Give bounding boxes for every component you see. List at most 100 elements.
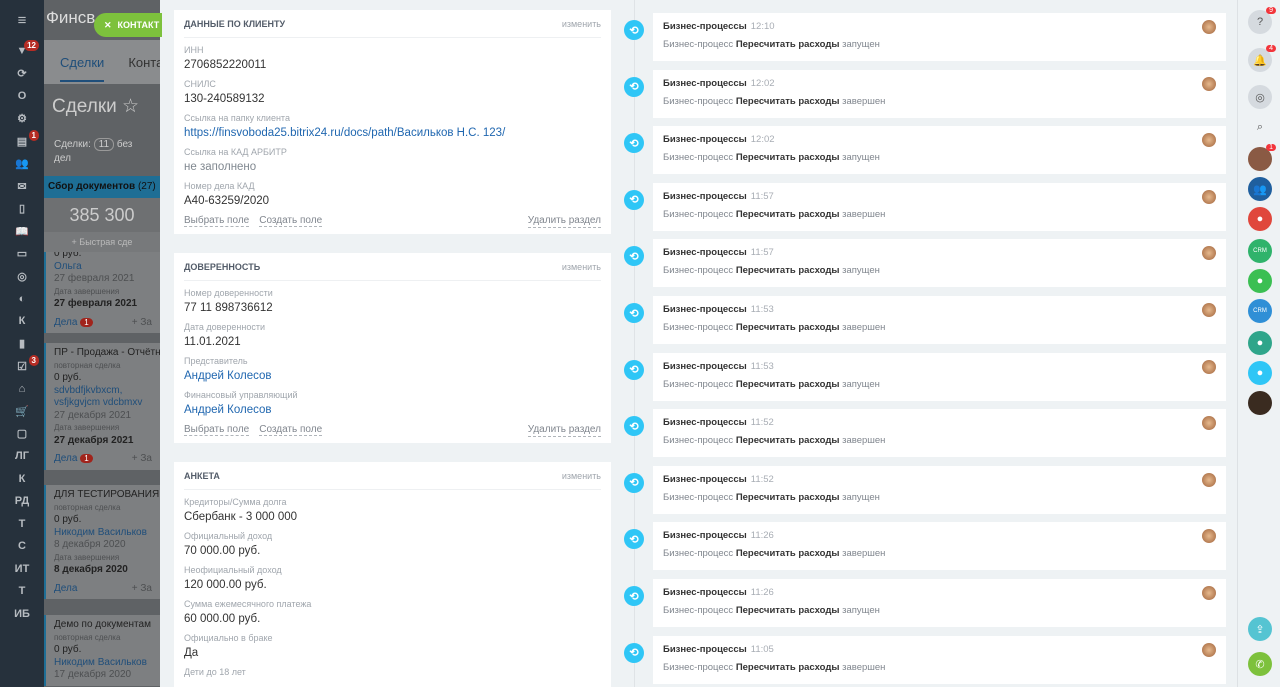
tab-deals[interactable]: Сделки — [60, 43, 105, 82]
nav-item-hat-icon[interactable]: ⌂ — [0, 378, 44, 401]
author-avatar[interactable] — [1202, 359, 1216, 374]
select-field-link[interactable]: Выбрать поле — [184, 424, 250, 436]
user-icon[interactable]: ● — [1248, 207, 1272, 231]
user-teal-icon[interactable]: ● — [1248, 331, 1272, 355]
group-chat-icon[interactable]: 👥 — [1248, 177, 1272, 201]
nav-item-nav-item[interactable]: ЛГ — [0, 445, 44, 468]
quick-deal-button[interactable]: + Быстрая сде — [44, 232, 160, 252]
business-process-icon: ⟲ — [624, 246, 644, 267]
nav-item-nav-item[interactable]: ИТ — [0, 558, 44, 581]
avatar[interactable]: 1 — [1248, 144, 1276, 171]
nav-item-nav-item[interactable]: ИБ — [0, 603, 44, 626]
item-description: Бизнес-процесс Пересчитать расходы запущ… — [663, 39, 880, 50]
crm-blue-icon[interactable]: CRM — [1248, 299, 1272, 323]
item-time: 11:26 — [750, 530, 774, 542]
crm-icon[interactable]: CRM — [1248, 239, 1272, 263]
deal-card[interactable]: ПР - Продажа - Отчётный повторная сделка… — [44, 343, 160, 470]
create-field-link[interactable]: Создать поле — [259, 215, 323, 227]
users-icon: 👥 — [15, 158, 29, 171]
author-avatar[interactable] — [1202, 586, 1216, 600]
deal-client[interactable]: sdvbdfjkvbxcm, vsfjkgvjcm vdcbmxv — [54, 385, 152, 410]
edit-section-link[interactable]: изменить — [562, 471, 601, 481]
user-green-icon[interactable]: ● — [1248, 269, 1272, 293]
nav-item-cart-icon[interactable]: 🛒 — [0, 400, 44, 423]
field-label: Представитель — [184, 356, 248, 366]
delete-section-link[interactable]: Удалить раздел — [527, 424, 601, 437]
author-avatar[interactable] — [1202, 189, 1216, 204]
field-label: Официально в браке — [184, 633, 273, 643]
deal-client[interactable]: Ольга — [54, 261, 152, 274]
deal-title[interactable]: ПР - Продажа - Отчётный — [54, 347, 160, 360]
deal-title[interactable]: Демо по документам — [54, 619, 152, 632]
add-task-link[interactable]: + За — [132, 317, 152, 330]
create-field-link[interactable]: Создать поле — [259, 424, 323, 436]
author-avatar[interactable] — [1202, 642, 1216, 657]
user-clock-icon[interactable]: ● — [1248, 361, 1272, 385]
select-field-link[interactable]: Выбрать поле — [184, 215, 250, 227]
nav-item-share-icon[interactable]: ⚙ — [0, 108, 44, 131]
nav-item-mail-icon[interactable]: ✉ — [0, 175, 44, 198]
item-title: Бизнес-процессы — [663, 360, 747, 372]
add-task-link[interactable]: + За — [132, 453, 152, 466]
nav-item-book-icon[interactable]: 📖 — [0, 220, 44, 243]
nav-item-users-icon[interactable]: 👥 — [0, 153, 44, 176]
author-avatar[interactable] — [1202, 20, 1216, 34]
field-value[interactable]: Андрей Колесов — [184, 403, 601, 417]
stage-header[interactable]: Сбор документов (27) — [44, 176, 160, 198]
deal-card[interactable]: Демо по документам повторная сделка 0 ру… — [44, 615, 160, 686]
tasks-link[interactable]: Дела — [54, 583, 77, 594]
nav-item-tasks-icon[interactable]: ☑ 3 — [0, 355, 44, 378]
timeline-item: ⟲ Бизнес-процессы 11:53 Бизнес-процесс Пе… — [624, 296, 1227, 346]
nav-item-inbox-icon[interactable]: ▤ 1 — [0, 130, 44, 153]
nav-item-document-icon[interactable]: ▯ — [0, 198, 44, 221]
delete-section-link[interactable]: Удалить раздел — [527, 215, 601, 228]
author-avatar[interactable] — [1202, 303, 1216, 317]
tasks-link[interactable]: Дела — [54, 317, 77, 328]
nav-item-chart-icon[interactable]: ▮ — [0, 333, 44, 356]
field-value: Да — [184, 647, 199, 659]
mail-icon: ✉ — [17, 180, 27, 193]
edit-section-link[interactable]: изменить — [562, 262, 601, 272]
nav-item-nav-item[interactable]: О — [0, 85, 44, 108]
edit-section-link[interactable]: изменить — [562, 19, 601, 29]
item-time: 12:02 — [750, 134, 775, 146]
nav-item-moon-icon[interactable]: ◐ — [0, 288, 44, 311]
add-task-link[interactable]: + За — [132, 583, 152, 596]
deal-client[interactable]: Никодим Васильков — [54, 527, 152, 540]
menu-icon[interactable]: ≡ — [0, 0, 44, 40]
nav-item-nav-item[interactable]: К — [0, 468, 44, 491]
document-share-icon[interactable]: ⇪ — [1248, 617, 1272, 641]
deal-card[interactable]: ДЛЯ ТЕСТИРОВАНИЯ ДО повторная сделка 0 р… — [44, 485, 160, 599]
field-value[interactable]: Андрей Колесов — [184, 369, 601, 383]
chat-icon[interactable]: ◎ — [1248, 85, 1272, 109]
star-icon[interactable]: ☆ — [122, 96, 139, 117]
tab-contacts[interactable]: Конта — [128, 55, 160, 70]
help-icon[interactable]: ? 9 — [1248, 7, 1276, 34]
nav-item-id-card-icon[interactable]: ▭ — [0, 243, 44, 266]
deal-title[interactable]: ДЛЯ ТЕСТИРОВАНИЯ ДО — [54, 489, 160, 502]
nav-item-target-icon[interactable]: ◎ — [0, 265, 44, 288]
nav-item-filter-icon[interactable]: ▼ 12 — [0, 40, 44, 63]
deal-card[interactable]: 0 руб. Ольга 27 февраля 2021 Дата заверш… — [44, 244, 160, 333]
nav-item-refresh-icon[interactable]: ⟳ — [0, 63, 44, 86]
search-icon[interactable]: ⌕ — [1248, 115, 1272, 139]
tasks-link[interactable]: Дела — [54, 453, 77, 464]
contact-button[interactable]: ✕ КОНТАКТ — [94, 13, 162, 37]
item-description: Бизнес-процесс Пересчитать расходы запущ… — [663, 491, 880, 503]
avatar[interactable] — [1248, 391, 1272, 415]
deal-client[interactable]: Никодим Васильков — [54, 657, 152, 670]
bell-icon[interactable]: 🔔 4 — [1248, 45, 1276, 72]
book-icon: 📖 — [15, 225, 29, 238]
nav-item-nav-item[interactable]: Т — [0, 513, 44, 536]
nav-item-window-icon[interactable]: ▢ — [0, 423, 44, 446]
nav-item-nav-item[interactable]: С — [0, 535, 44, 558]
field-value[interactable]: https://finsvoboda25.bitrix24.ru/docs/pa… — [184, 126, 601, 140]
phone-icon[interactable]: ✆ — [1248, 652, 1272, 676]
author-avatar[interactable] — [1202, 472, 1216, 487]
author-avatar[interactable] — [1202, 76, 1216, 91]
nav-item-nav-item[interactable]: Т — [0, 580, 44, 603]
field-label: Финансовый управляющий — [184, 390, 298, 400]
deal-date: 8 декабря 2020 — [54, 539, 126, 550]
nav-item-nav-item[interactable]: К — [0, 310, 44, 333]
nav-item-nav-item[interactable]: РД — [0, 490, 44, 513]
